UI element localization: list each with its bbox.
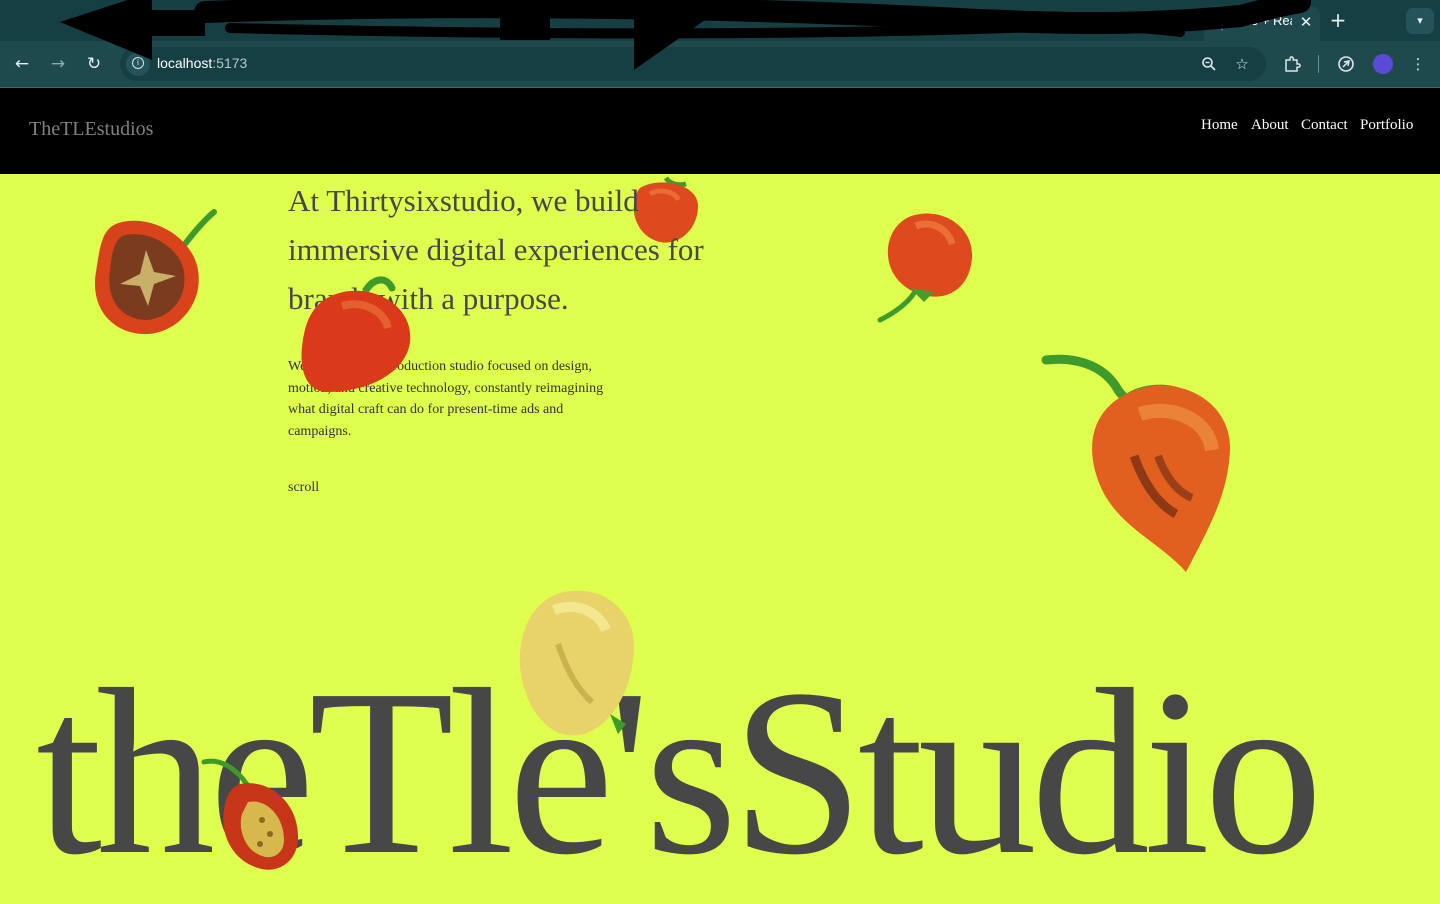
yellow-pepper-image	[519, 590, 635, 736]
nav-home[interactable]: Home	[1201, 117, 1238, 137]
marker-scribble	[60, 0, 1311, 70]
site-brand[interactable]: TheTLEstudios	[29, 118, 153, 144]
scroll-indicator[interactable]: scroll	[288, 480, 319, 496]
nav-contact[interactable]: Contact	[1301, 117, 1348, 137]
nav-portfolio[interactable]: Portfolio	[1360, 117, 1413, 137]
red-pepper-image	[301, 276, 411, 392]
sliced-pepper-image	[201, 758, 299, 870]
red-pepper-image	[877, 213, 973, 323]
habanero-pepper-image	[1041, 354, 1231, 572]
sliced-pepper-image	[94, 209, 217, 335]
nav-about[interactable]: About	[1251, 117, 1289, 137]
